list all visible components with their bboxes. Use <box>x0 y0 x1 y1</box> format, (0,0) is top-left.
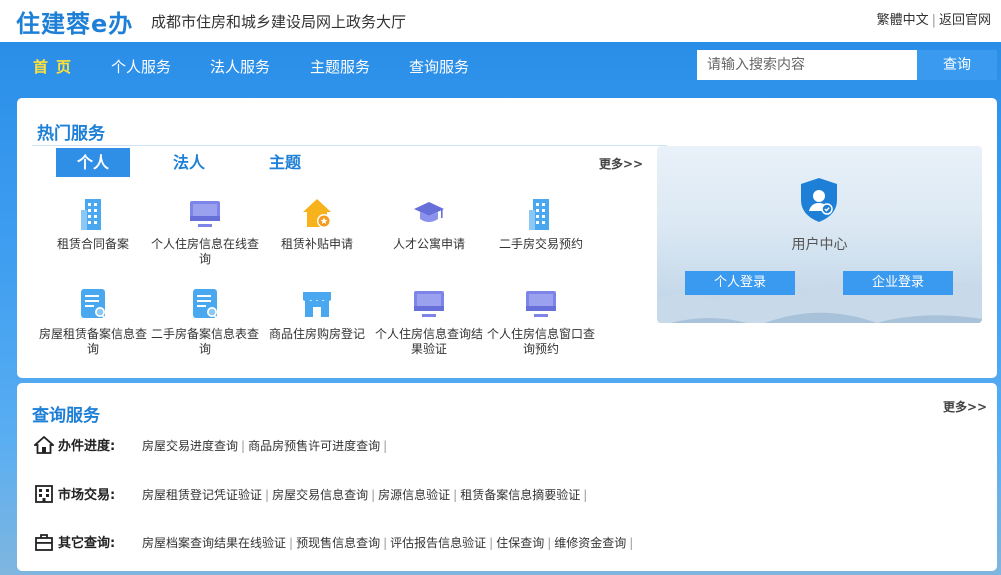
link-divider: | <box>265 488 270 502</box>
nav-legal-services[interactable]: 法人服务 <box>210 56 270 77</box>
service-item[interactable]: 个人住房信息查询结果验证 <box>373 286 485 357</box>
service-label: 个人住房信息窗口查询预约 <box>486 327 595 356</box>
query-category-label: 市场交易: <box>58 488 116 503</box>
query-category: 其它查询: <box>34 532 115 551</box>
query-category-label: 办件进度: <box>58 439 116 454</box>
monitor-icon <box>526 291 556 317</box>
query-link[interactable]: 住保查询 <box>496 536 544 550</box>
query-link[interactable]: 房源信息验证 <box>378 488 450 502</box>
link-divider: | <box>489 536 494 550</box>
monitor-icon <box>190 201 220 227</box>
service-item[interactable]: 二手房交易预约 <box>485 196 597 252</box>
nav-theme-services[interactable]: 主题服务 <box>310 56 370 77</box>
query-more-link[interactable]: 更多>> <box>943 398 987 415</box>
link-divider: | <box>241 439 246 453</box>
top-header: 住建蓉e办 成都市住房和城乡建设局网上政务大厅 繁體中文 | 返回官网 <box>0 0 1001 42</box>
hot-services-title: 热门服务 <box>37 124 105 144</box>
personal-login-button[interactable]: 个人登录 <box>685 271 795 295</box>
document-search-icon <box>193 289 218 320</box>
service-item[interactable]: 个人住房信息窗口查询预约 <box>485 286 597 357</box>
company-login-button[interactable]: 企业登录 <box>843 271 953 295</box>
user-center-card: 用户中心 个人登录 企业登录 <box>657 146 982 323</box>
query-link[interactable]: 房屋租赁登记凭证验证 <box>142 488 262 502</box>
shield-user-icon <box>801 178 837 222</box>
link-divider: | <box>931 13 936 28</box>
link-divider: | <box>289 536 294 550</box>
query-link[interactable]: 房屋档案查询结果在线验证 <box>142 536 286 550</box>
nav-personal-services[interactable]: 个人服务 <box>111 56 171 77</box>
search-button[interactable]: 查询 <box>917 50 997 80</box>
section-divider <box>32 145 667 146</box>
house-outline-icon <box>32 435 56 454</box>
service-label: 租赁补贴申请 <box>280 237 353 251</box>
query-category: 办件进度: <box>32 435 116 454</box>
building-icon <box>81 199 101 230</box>
link-divider: | <box>383 439 388 453</box>
link-divider: | <box>383 536 388 550</box>
service-label: 个人住房信息在线查询 <box>150 237 259 266</box>
query-services-title: 查询服务 <box>32 406 100 426</box>
nav-home[interactable]: 首页 <box>33 56 79 77</box>
service-item[interactable]: 人才公寓申请 <box>373 196 485 252</box>
house-icon <box>303 199 331 228</box>
site-subtitle: 成都市住房和城乡建设局网上政务大厅 <box>151 13 407 31</box>
service-item[interactable]: 个人住房信息在线查询 <box>149 196 261 267</box>
store-icon <box>303 292 331 317</box>
query-links: 房屋交易进度查询 | 商品房预售许可进度查询 | <box>142 437 390 454</box>
query-services-panel: 查询服务 更多>> 办件进度: 房屋交易进度查询 | 商品房预售许可进度查询 | 市场… <box>17 383 997 571</box>
query-links: 房屋租赁登记凭证验证 | 房屋交易信息查询 | 房源信息验证 | 租赁备案信息摘要验证 | <box>142 486 590 503</box>
hot-more-link[interactable]: 更多>> <box>599 155 643 172</box>
tab-personal[interactable]: 个人 <box>56 148 130 177</box>
query-link[interactable]: 房屋交易信息查询 <box>272 488 368 502</box>
service-item[interactable]: 租赁补贴申请 <box>261 196 373 252</box>
tab-theme[interactable]: 主题 <box>248 148 322 177</box>
site-logo[interactable]: 住建蓉e办 <box>16 4 133 39</box>
query-link[interactable]: 预现售信息查询 <box>296 536 380 550</box>
top-links: 繁體中文 | 返回官网 <box>877 9 991 28</box>
query-links: 房屋档案查询结果在线验证 | 预现售信息查询 | 评估报告信息验证 | 住保查询 | 维修资金查… <box>142 534 636 551</box>
service-item[interactable]: 房屋租赁备案信息查询 <box>37 286 149 357</box>
query-category: 市场交易: <box>34 484 115 503</box>
building-outline-icon <box>35 485 53 503</box>
link-divider: | <box>583 488 588 502</box>
query-category-label: 其它查询: <box>58 536 116 551</box>
link-divider: | <box>453 488 458 502</box>
query-link[interactable]: 商品房预售许可进度查询 <box>248 439 380 453</box>
service-item[interactable]: 商品住房购房登记 <box>261 286 373 342</box>
document-search-icon <box>81 289 106 320</box>
service-label: 商品住房购房登记 <box>268 327 365 341</box>
service-item[interactable]: 二手房备案信息表查询 <box>149 286 261 357</box>
traditional-chinese-link[interactable]: 繁體中文 <box>877 13 929 28</box>
briefcase-icon <box>35 534 53 551</box>
graduation-cap-icon <box>414 202 444 222</box>
monitor-icon <box>414 291 444 317</box>
service-label: 房屋租赁备案信息查询 <box>38 327 147 356</box>
service-label: 二手房备案信息表查询 <box>150 327 259 356</box>
link-divider: | <box>629 536 634 550</box>
query-link[interactable]: 评估报告信息验证 <box>390 536 486 550</box>
link-divider: | <box>547 536 552 550</box>
query-link[interactable]: 房屋交易进度查询 <box>142 439 238 453</box>
search-input[interactable] <box>697 50 917 80</box>
service-label: 人才公寓申请 <box>392 237 465 251</box>
service-label: 二手房交易预约 <box>498 237 583 251</box>
building-icon <box>529 199 549 230</box>
hot-services-panel: 热门服务 个人 法人 主题 更多>> 租赁合同备案 个人住房信息在线查询 租赁补… <box>17 98 997 378</box>
service-label: 个人住房信息查询结果验证 <box>374 327 483 356</box>
service-label: 租赁合同备案 <box>56 237 129 251</box>
tab-legal[interactable]: 法人 <box>152 148 226 177</box>
service-item[interactable]: 租赁合同备案 <box>37 196 149 252</box>
link-divider: | <box>371 488 376 502</box>
query-link[interactable]: 租赁备案信息摘要验证 <box>460 488 580 502</box>
user-center-title: 用户中心 <box>791 237 848 253</box>
nav-query-services[interactable]: 查询服务 <box>409 56 469 77</box>
query-link[interactable]: 维修资金查询 <box>554 536 626 550</box>
official-site-link[interactable]: 返回官网 <box>939 13 991 28</box>
